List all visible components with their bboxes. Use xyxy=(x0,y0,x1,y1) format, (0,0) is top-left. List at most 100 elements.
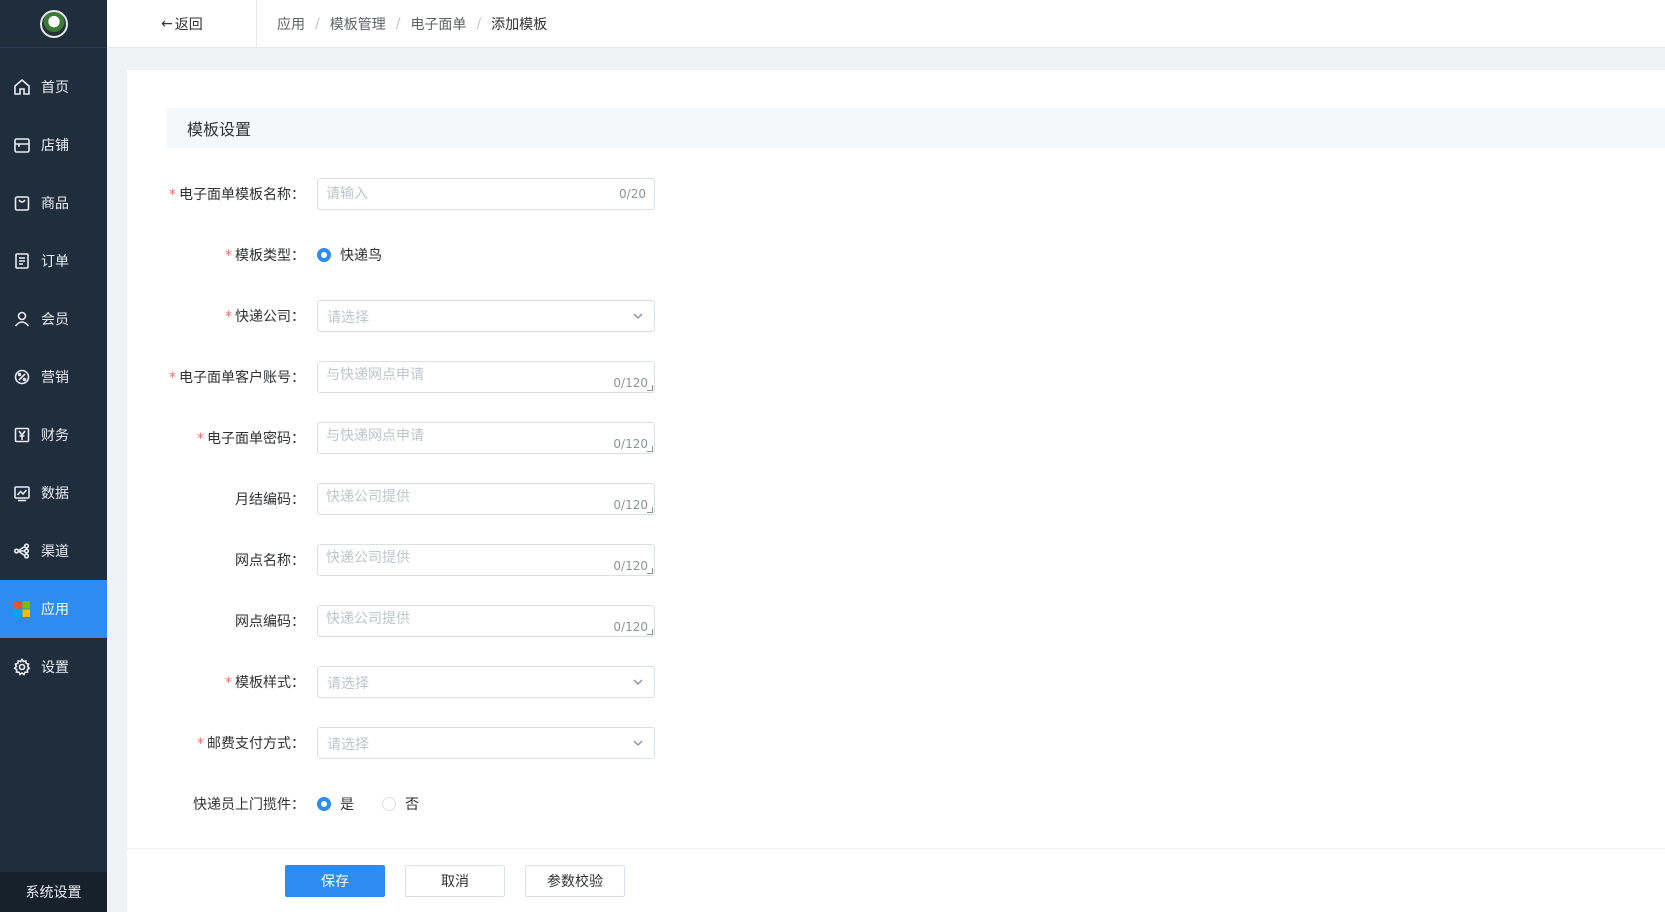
marketing-icon xyxy=(14,369,30,385)
user-icon xyxy=(14,311,30,327)
row-template-style: * 模板样式： 请选择 xyxy=(167,666,655,698)
postage-payment-label: * 邮费支付方式： xyxy=(167,733,317,753)
breadcrumb-item-e-waybill[interactable]: 电子面单 xyxy=(410,14,466,34)
bag-icon xyxy=(14,196,30,211)
customer-account-textarea[interactable] xyxy=(318,362,654,388)
label-text: 模板样式： xyxy=(235,675,305,691)
char-count: 0/120 xyxy=(613,437,648,451)
top-header: ← 返回 应用 / 模板管理 / 电子面单 / 添加模板 xyxy=(107,0,1665,48)
required-mark: * xyxy=(169,370,176,386)
select-placeholder: 请选择 xyxy=(327,737,369,753)
required-mark: * xyxy=(225,248,232,264)
breadcrumb-item-apps[interactable]: 应用 xyxy=(277,14,305,34)
outlet-code-textarea[interactable] xyxy=(318,606,654,632)
required-mark: * xyxy=(197,736,204,752)
label-text: 电子面单模板名称： xyxy=(179,187,305,203)
template-name-input[interactable] xyxy=(318,179,654,209)
sidebar-item-label: 订单 xyxy=(41,254,69,270)
breadcrumb-separator: / xyxy=(476,15,482,32)
breadcrumb-item-template-management[interactable]: 模板管理 xyxy=(330,14,386,34)
required-mark: * xyxy=(169,187,176,203)
label-text: 电子面单密码： xyxy=(207,431,305,447)
save-button[interactable]: 保存 xyxy=(285,864,385,897)
radio-label: 否 xyxy=(405,797,419,813)
radio-checked-icon xyxy=(317,797,331,811)
sidebar-item-goods[interactable]: 商品 xyxy=(0,174,107,232)
system-settings-button[interactable]: 系统设置 xyxy=(0,872,107,912)
logo[interactable] xyxy=(0,0,107,48)
store-icon xyxy=(14,138,30,153)
password-textarea[interactable] xyxy=(318,423,654,449)
breadcrumb-separator: / xyxy=(315,15,320,32)
required-mark: * xyxy=(225,675,232,691)
char-count: 0/20 xyxy=(619,187,646,201)
radio-label: 快递鸟 xyxy=(340,248,382,264)
sidebar-item-data[interactable]: 数据 xyxy=(0,464,107,522)
back-label: 返回 xyxy=(174,16,203,33)
resize-handle-icon[interactable] xyxy=(647,568,653,574)
radio-pickup-yes[interactable]: 是 xyxy=(317,794,354,814)
resize-handle-icon[interactable] xyxy=(647,385,653,391)
row-customer-account: *电子面单客户账号： 0/120 xyxy=(167,361,655,393)
password-label: * 电子面单密码： xyxy=(167,428,317,448)
pickup-label: 快递员上门揽件： xyxy=(193,797,305,813)
sidebar-item-members[interactable]: 会员 xyxy=(0,290,107,348)
postage-payment-select[interactable]: 请选择 xyxy=(317,727,655,759)
resize-handle-icon[interactable] xyxy=(647,446,653,452)
sidebar-item-marketing[interactable]: 营销 xyxy=(0,348,107,406)
outlet-name-field: 0/120 xyxy=(317,544,655,576)
radio-pickup-no[interactable]: 否 xyxy=(382,794,419,814)
sidebar: 首页 店铺 商品 订单 会员 营销 财务 数据 渠道 应用 设置 系统设置 xyxy=(0,0,107,912)
form-scroll-area[interactable]: 模板设置 *电子面单模板名称： 0/20 *模板类型： 快递鸟 *快递公司： 请… xyxy=(127,70,1665,848)
monthly-code-field: 0/120 xyxy=(317,483,655,515)
chevron-down-icon xyxy=(633,679,643,685)
sidebar-item-channels[interactable]: 渠道 xyxy=(0,522,107,580)
resize-handle-icon[interactable] xyxy=(647,507,653,513)
template-type-label: * 模板类型： xyxy=(167,245,317,265)
required-mark: * xyxy=(225,309,232,325)
row-template-name: *电子面单模板名称： 0/20 xyxy=(167,178,655,210)
required-mark: * xyxy=(197,431,204,447)
sidebar-item-settings[interactable]: 设置 xyxy=(0,638,107,696)
select-placeholder: 请选择 xyxy=(327,676,369,692)
sidebar-item-store[interactable]: 店铺 xyxy=(0,116,107,174)
sidebar-item-apps[interactable]: 应用 xyxy=(0,580,107,638)
gear-icon xyxy=(13,658,31,676)
template-style-label: * 模板样式： xyxy=(167,672,317,692)
monthly-code-textarea[interactable] xyxy=(318,484,654,510)
template-name-label: * 电子面单模板名称： xyxy=(167,184,317,204)
template-style-select[interactable]: 请选择 xyxy=(317,666,655,698)
sidebar-item-orders[interactable]: 订单 xyxy=(0,232,107,290)
channel-icon xyxy=(13,543,30,559)
row-postage-payment: * 邮费支付方式： 请选择 xyxy=(167,727,655,759)
customer-account-field: 0/120 xyxy=(317,361,655,393)
label-text: 邮费支付方式： xyxy=(207,736,305,752)
courier-label: * 快递公司： xyxy=(167,306,317,326)
chart-icon xyxy=(14,486,30,502)
outlet-name-textarea[interactable] xyxy=(318,545,654,571)
sidebar-item-finance[interactable]: 财务 xyxy=(0,406,107,464)
label-text: 模板类型： xyxy=(235,248,305,264)
char-count: 0/120 xyxy=(613,498,648,512)
radio-kdniao[interactable]: 快递鸟 xyxy=(317,245,382,265)
row-password: *电子面单密码： 0/120 xyxy=(167,422,655,454)
char-count: 0/120 xyxy=(613,376,648,390)
cancel-button[interactable]: 取消 xyxy=(405,864,505,897)
char-count: 0/120 xyxy=(613,559,648,573)
breadcrumb-item-add-template: 添加模板 xyxy=(491,16,548,33)
row-outlet-name: 网点名称： 0/120 xyxy=(167,544,655,576)
back-button[interactable]: ← 返回 xyxy=(107,0,257,48)
sidebar-item-label: 商品 xyxy=(41,196,69,212)
courier-select[interactable]: 请选择 xyxy=(317,300,655,332)
verify-params-button[interactable]: 参数校验 xyxy=(525,864,625,897)
char-count: 0/120 xyxy=(613,620,648,634)
home-icon xyxy=(14,78,30,95)
row-pickup: 快递员上门揽件： 是 否 xyxy=(167,788,447,820)
sidebar-item-home[interactable]: 首页 xyxy=(0,58,107,116)
row-monthly-code: 月结编码： 0/120 xyxy=(167,483,655,515)
chevron-down-icon xyxy=(633,740,643,746)
sidebar-item-label: 财务 xyxy=(41,428,69,444)
template-name-field: 0/20 xyxy=(317,178,655,210)
resize-handle-icon[interactable] xyxy=(647,629,653,635)
sidebar-item-label: 首页 xyxy=(41,80,69,96)
